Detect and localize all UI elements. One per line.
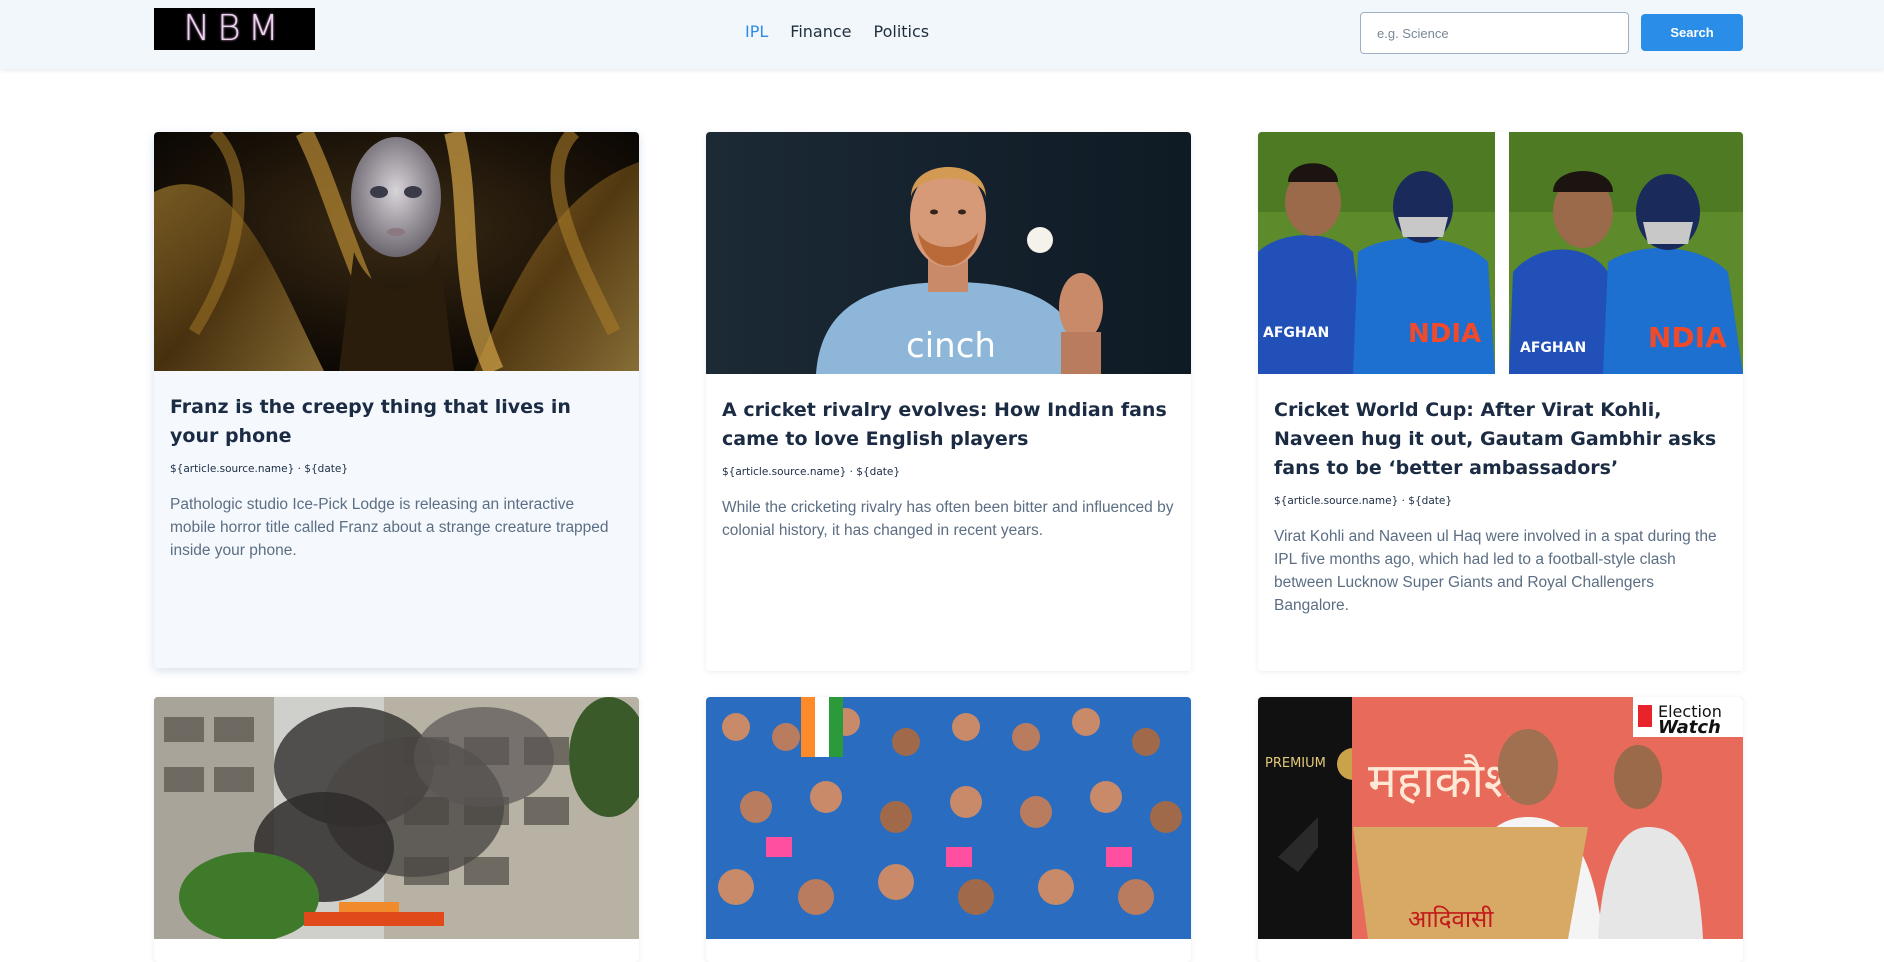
main-nav: IPL Finance Politics [745, 20, 929, 44]
article-image-franz[interactable] [154, 132, 639, 371]
article-card-election[interactable]: PREMIUM महाकौशल Election Watch आदिवासी [1258, 697, 1743, 962]
navbar: NBM IPL Finance Politics Search [0, 0, 1884, 69]
article-image-fans[interactable] [706, 697, 1191, 939]
article-meta: ${article.source.name} · ${date} [1274, 495, 1453, 507]
article-title[interactable]: A cricket rivalry evolves: How Indian fa… [722, 396, 1175, 454]
jersey-text-left: NDIA [1408, 319, 1481, 349]
article-image-world-cup-hug[interactable]: NDIA AFGHAN NDIA AFGHAN [1258, 132, 1743, 374]
jersey-text-afghan: AFGHAN [1263, 325, 1329, 341]
article-card-franz[interactable]: Franz is the creepy thing that lives in … [154, 132, 639, 668]
article-title[interactable]: Franz is the creepy thing that lives in … [170, 393, 623, 451]
article-title[interactable]: Cricket World Cup: After Virat Kohli, Na… [1274, 396, 1727, 483]
search-button[interactable]: Search [1641, 14, 1743, 51]
article-description: Virat Kohli and Naveen ul Haq were invol… [1274, 528, 1717, 614]
article-card-world-cup-hug[interactable]: NDIA AFGHAN NDIA AFGHAN Cricket World Cu… [1258, 132, 1743, 671]
article-card-fans[interactable] [706, 697, 1191, 962]
site-logo[interactable]: NBM [154, 8, 315, 50]
jersey-sponsor-text: cinch [906, 326, 996, 366]
article-image-election[interactable]: PREMIUM महाकौशल Election Watch आदिवासी [1258, 697, 1743, 939]
article-meta: ${article.source.name} · ${date} [170, 463, 349, 475]
nav-link-politics[interactable]: Politics [874, 20, 930, 44]
article-card-cricket-rivalry[interactable]: cinch A cricket rivalry evolves: How Ind… [706, 132, 1191, 671]
article-image-cricket-rivalry[interactable]: cinch [706, 132, 1191, 374]
premium-label: PREMIUM [1265, 756, 1326, 771]
election-watch-line2: Watch [1658, 717, 1721, 738]
article-card-building-fire[interactable] [154, 697, 639, 962]
nav-link-finance[interactable]: Finance [790, 20, 851, 44]
jersey-text-afghan-2: AFGHAN [1520, 340, 1586, 356]
search-input[interactable] [1360, 12, 1629, 54]
podium-hindi-text: आदिवासी [1408, 905, 1494, 933]
article-image-building-fire[interactable] [154, 697, 639, 939]
article-meta: ${article.source.name} · ${date} [722, 466, 901, 478]
jersey-text-right: NDIA [1648, 321, 1727, 354]
article-description: While the cricketing rivalry has often b… [722, 499, 1174, 539]
nav-link-ipl[interactable]: IPL [745, 20, 768, 44]
article-description: Pathologic studio Ice-Pick Lodge is rele… [170, 496, 609, 559]
